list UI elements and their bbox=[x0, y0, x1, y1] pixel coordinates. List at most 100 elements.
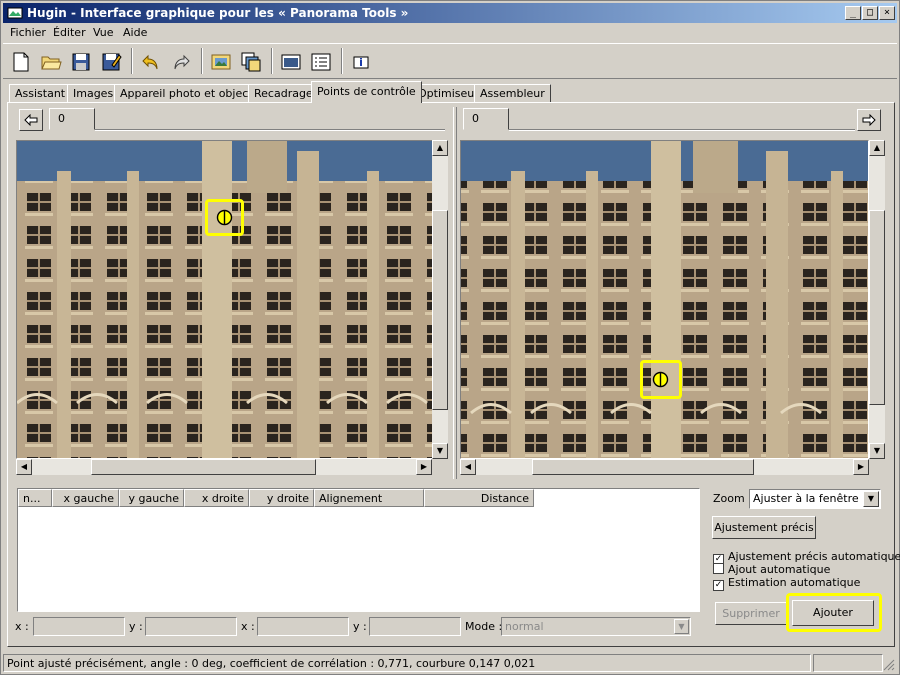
tab-crop[interactable]: Recadrage bbox=[248, 84, 319, 103]
scroll-thumb[interactable] bbox=[532, 459, 754, 475]
auto-add-checkbox[interactable]: Ajout automatique bbox=[713, 563, 830, 576]
chevron-down-icon[interactable]: ▼ bbox=[674, 619, 689, 634]
mode-value: normal bbox=[505, 620, 544, 633]
scroll-up-icon[interactable]: ▲ bbox=[432, 140, 448, 156]
add-image-icon[interactable] bbox=[207, 48, 235, 76]
open-folder-icon[interactable] bbox=[37, 48, 65, 76]
right-image-view[interactable] bbox=[460, 140, 869, 459]
right-tab-line bbox=[509, 129, 855, 131]
left-vertical-scrollbar[interactable]: ▲ ▼ bbox=[432, 140, 448, 459]
add-series-icon[interactable] bbox=[237, 48, 265, 76]
right-control-point-marker[interactable] bbox=[652, 371, 669, 391]
right-image-tab[interactable]: 0 bbox=[463, 108, 509, 130]
tab-control-points[interactable]: Points de contrôle bbox=[311, 81, 422, 103]
x-left-label: x : bbox=[15, 620, 29, 633]
zoom-value: Ajuster à la fenêtre bbox=[753, 492, 859, 505]
column-header-number[interactable]: n... bbox=[18, 489, 52, 507]
tab-images[interactable]: Images bbox=[67, 84, 120, 103]
window-title: Hugin - Interface graphique pour les « P… bbox=[27, 6, 409, 20]
scroll-left-icon[interactable]: ◀ bbox=[460, 459, 476, 475]
close-icon[interactable]: × bbox=[879, 6, 895, 20]
toolbar bbox=[3, 43, 897, 79]
notebook-tabs: Assistant Images Appareil photo et objec… bbox=[9, 81, 893, 103]
y-right-label: y : bbox=[353, 620, 367, 633]
y-left-label: y : bbox=[129, 620, 143, 633]
toolbar-separator bbox=[271, 48, 273, 74]
pane-splitter[interactable] bbox=[453, 107, 457, 479]
y-right-field[interactable] bbox=[369, 617, 461, 636]
menu-edit[interactable]: Éditer bbox=[53, 26, 86, 39]
mode-label: Mode : bbox=[465, 620, 503, 633]
chevron-down-icon[interactable]: ▼ bbox=[863, 491, 879, 507]
left-building-photo bbox=[17, 141, 432, 458]
toolbar-separator bbox=[341, 48, 343, 74]
scroll-up-icon[interactable]: ▲ bbox=[869, 140, 885, 156]
scroll-thumb[interactable] bbox=[91, 459, 316, 475]
right-horizontal-scrollbar[interactable]: ◀ ▶ bbox=[460, 459, 869, 475]
checkbox-checked-icon[interactable]: ✓ bbox=[713, 580, 724, 591]
minimize-icon[interactable]: _ bbox=[845, 6, 861, 20]
add-button-highlight bbox=[786, 593, 882, 632]
list-icon[interactable] bbox=[307, 48, 335, 76]
maximize-icon[interactable]: □ bbox=[862, 6, 878, 20]
menu-bar: Fichier Éditer Vue Aide bbox=[3, 23, 897, 42]
column-header-x-left[interactable]: x gauche bbox=[52, 489, 119, 507]
menu-file[interactable]: Fichier bbox=[10, 26, 46, 39]
scroll-down-icon[interactable]: ▼ bbox=[432, 443, 448, 459]
auto-add-label: Ajout automatique bbox=[728, 563, 831, 576]
tab-stitcher[interactable]: Assembleur bbox=[474, 84, 551, 103]
zoom-select[interactable]: Ajuster à la fenêtre ▼ bbox=[749, 489, 881, 509]
delete-button[interactable]: Supprimer bbox=[715, 602, 787, 625]
zoom-label: Zoom : bbox=[713, 492, 752, 505]
next-image-button[interactable] bbox=[857, 109, 881, 131]
status-pane-secondary bbox=[813, 654, 883, 672]
column-header-x-right[interactable]: x droite bbox=[184, 489, 249, 507]
status-bar: Point ajusté précisément, angle : 0 deg,… bbox=[3, 653, 897, 673]
auto-estimate-label: Estimation automatique bbox=[728, 576, 861, 589]
x-right-field[interactable] bbox=[257, 617, 349, 636]
column-header-y-left[interactable]: y gauche bbox=[119, 489, 184, 507]
arrow-right-icon bbox=[862, 114, 876, 126]
x-right-label: x : bbox=[241, 620, 255, 633]
control-points-table[interactable]: n... x gauche y gauche x droite y droite… bbox=[17, 488, 700, 612]
undo-icon[interactable] bbox=[137, 48, 165, 76]
info-icon[interactable] bbox=[347, 48, 375, 76]
save-icon[interactable] bbox=[67, 48, 95, 76]
left-horizontal-scrollbar[interactable]: ◀ ▶ bbox=[16, 459, 432, 475]
hugin-app-icon bbox=[7, 5, 23, 21]
toolbar-separator bbox=[131, 48, 133, 74]
prev-image-button[interactable] bbox=[19, 109, 43, 131]
new-file-icon[interactable] bbox=[7, 48, 35, 76]
column-header-distance[interactable]: Distance bbox=[424, 489, 534, 507]
menu-view[interactable]: Vue bbox=[93, 26, 114, 39]
save-as-icon[interactable] bbox=[97, 48, 125, 76]
toolbar-separator bbox=[201, 48, 203, 74]
left-image-tab[interactable]: 0 bbox=[49, 108, 95, 130]
x-left-field[interactable] bbox=[33, 617, 125, 636]
checkbox-unchecked-icon[interactable] bbox=[713, 563, 724, 574]
status-message: Point ajusté précisément, angle : 0 deg,… bbox=[3, 654, 811, 672]
column-header-y-right[interactable]: y droite bbox=[249, 489, 314, 507]
scroll-right-icon[interactable]: ▶ bbox=[416, 459, 432, 475]
menu-help[interactable]: Aide bbox=[123, 26, 147, 39]
scroll-thumb[interactable] bbox=[432, 210, 448, 410]
scroll-left-icon[interactable]: ◀ bbox=[16, 459, 32, 475]
redo-icon[interactable] bbox=[167, 48, 195, 76]
y-left-field[interactable] bbox=[145, 617, 237, 636]
tab-assistant[interactable]: Assistant bbox=[9, 84, 72, 103]
preview-icon[interactable] bbox=[277, 48, 305, 76]
auto-estimate-checkbox[interactable]: ✓ Estimation automatique bbox=[713, 576, 860, 591]
scroll-down-icon[interactable]: ▼ bbox=[869, 443, 885, 459]
scroll-right-icon[interactable]: ▶ bbox=[853, 459, 869, 475]
column-header-alignment[interactable]: Alignement bbox=[314, 489, 424, 507]
scroll-thumb[interactable] bbox=[869, 210, 885, 405]
mode-select[interactable]: normal ▼ bbox=[501, 617, 691, 636]
resize-grip-icon[interactable] bbox=[883, 659, 895, 674]
auto-fine-tune-label: Ajustement précis automatique bbox=[728, 550, 900, 563]
left-image-view[interactable] bbox=[16, 140, 433, 459]
arrow-left-icon bbox=[24, 114, 38, 126]
fine-tune-button[interactable]: Ajustement précis bbox=[712, 516, 816, 539]
left-control-point-marker[interactable] bbox=[216, 209, 233, 229]
tab-camera-lens[interactable]: Appareil photo et objectif bbox=[114, 84, 266, 103]
right-vertical-scrollbar[interactable]: ▲ ▼ bbox=[869, 140, 885, 459]
